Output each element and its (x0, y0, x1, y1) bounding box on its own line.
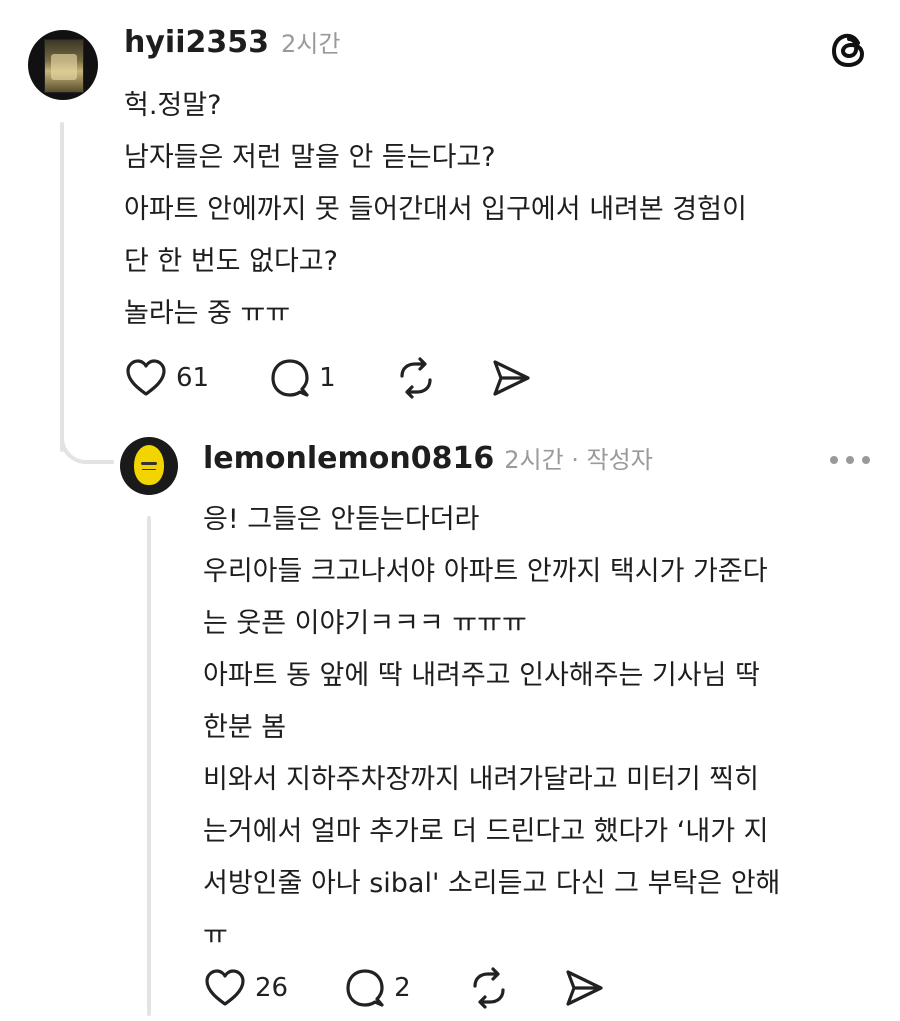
like-button[interactable]: 26 (203, 968, 288, 1008)
comment-line: 비와서 지하주차장까지 내려가달라고 미터기 찍히 (203, 764, 759, 795)
comment-line: 남자들은 저런 말을 안 듣는다고? (124, 142, 496, 173)
avatar-image (44, 39, 84, 93)
thread-line-curve (60, 420, 114, 464)
repost-button[interactable] (394, 356, 438, 400)
comment-line: 헉.정말? (124, 90, 222, 121)
threads-logo-icon[interactable] (828, 28, 872, 72)
reply-button[interactable]: 2 (344, 967, 411, 1009)
avatar-image (134, 445, 164, 485)
like-count: 26 (255, 973, 289, 1003)
reply-count: 2 (394, 973, 411, 1003)
repost-icon (400, 357, 432, 399)
thread-line (60, 122, 64, 452)
more-dots-icon[interactable] (830, 456, 870, 468)
share-button[interactable] (490, 358, 532, 398)
avatar[interactable] (120, 437, 178, 495)
comment-header: hyii2353 2시간 (124, 24, 340, 60)
repost-icon (473, 967, 505, 1009)
comment-line: ㅠ (203, 920, 228, 951)
comment-header: lemonlemon0816 2시간 · 작성자 (203, 440, 653, 476)
comment-body: 응! 그들은 안듣는다더라 우리아들 크고나서야 아파트 안까지 택시가 가준다… (203, 494, 883, 962)
thread-line (147, 516, 151, 1016)
comment-line: 놀라는 중 ㅠㅠ (124, 298, 291, 329)
action-bar: 26 2 (203, 966, 605, 1010)
comment-bubble-icon (271, 359, 309, 397)
heart-icon (205, 969, 245, 1006)
comment-line: 아파트 안에까지 못 들어간대서 입구에서 내려본 경험이 (124, 194, 747, 225)
comment-line: 단 한 번도 없다고? (124, 246, 338, 277)
send-icon (566, 970, 603, 1006)
timestamp: 2시간 · 작성자 (504, 446, 653, 474)
username[interactable]: lemonlemon0816 (203, 441, 494, 476)
comment-body: 헉.정말? 남자들은 저런 말을 안 듣는다고? 아파트 안에까지 못 들어간대… (124, 80, 864, 340)
action-bar: 61 1 (124, 356, 532, 400)
like-count: 61 (176, 363, 210, 393)
share-button[interactable] (563, 968, 605, 1008)
comment-line: 아파트 동 앞에 딱 내려주고 인사해주는 기사님 딱 (203, 660, 760, 691)
avatar[interactable] (28, 30, 98, 100)
heart-icon (126, 359, 166, 396)
comment-line: 우리아들 크고나서야 아파트 안까지 택시가 가준다 (203, 556, 768, 587)
like-button[interactable]: 61 (124, 358, 209, 398)
comment-bubble-icon (346, 969, 384, 1007)
comment-line: 응! 그들은 안듣는다더라 (203, 504, 480, 535)
send-icon (493, 360, 530, 396)
comment-line: 서방인줄 아나 sibal' 소리듣고 다신 그 부탁은 안해 (203, 868, 781, 899)
username[interactable]: hyii2353 (124, 25, 269, 60)
comment-line: 는 웃픈 이야기ㅋㅋㅋ ㅠㅠㅠ (203, 608, 527, 639)
repost-button[interactable] (467, 966, 511, 1010)
comment-line: 한분 봄 (203, 712, 287, 743)
comment-line: 는거에서 얼마 추가로 더 드린다고 했다가 ‘내가 지 (203, 816, 769, 847)
timestamp: 2시간 (280, 30, 341, 58)
reply-count: 1 (319, 363, 336, 393)
reply-button[interactable]: 1 (269, 357, 336, 399)
